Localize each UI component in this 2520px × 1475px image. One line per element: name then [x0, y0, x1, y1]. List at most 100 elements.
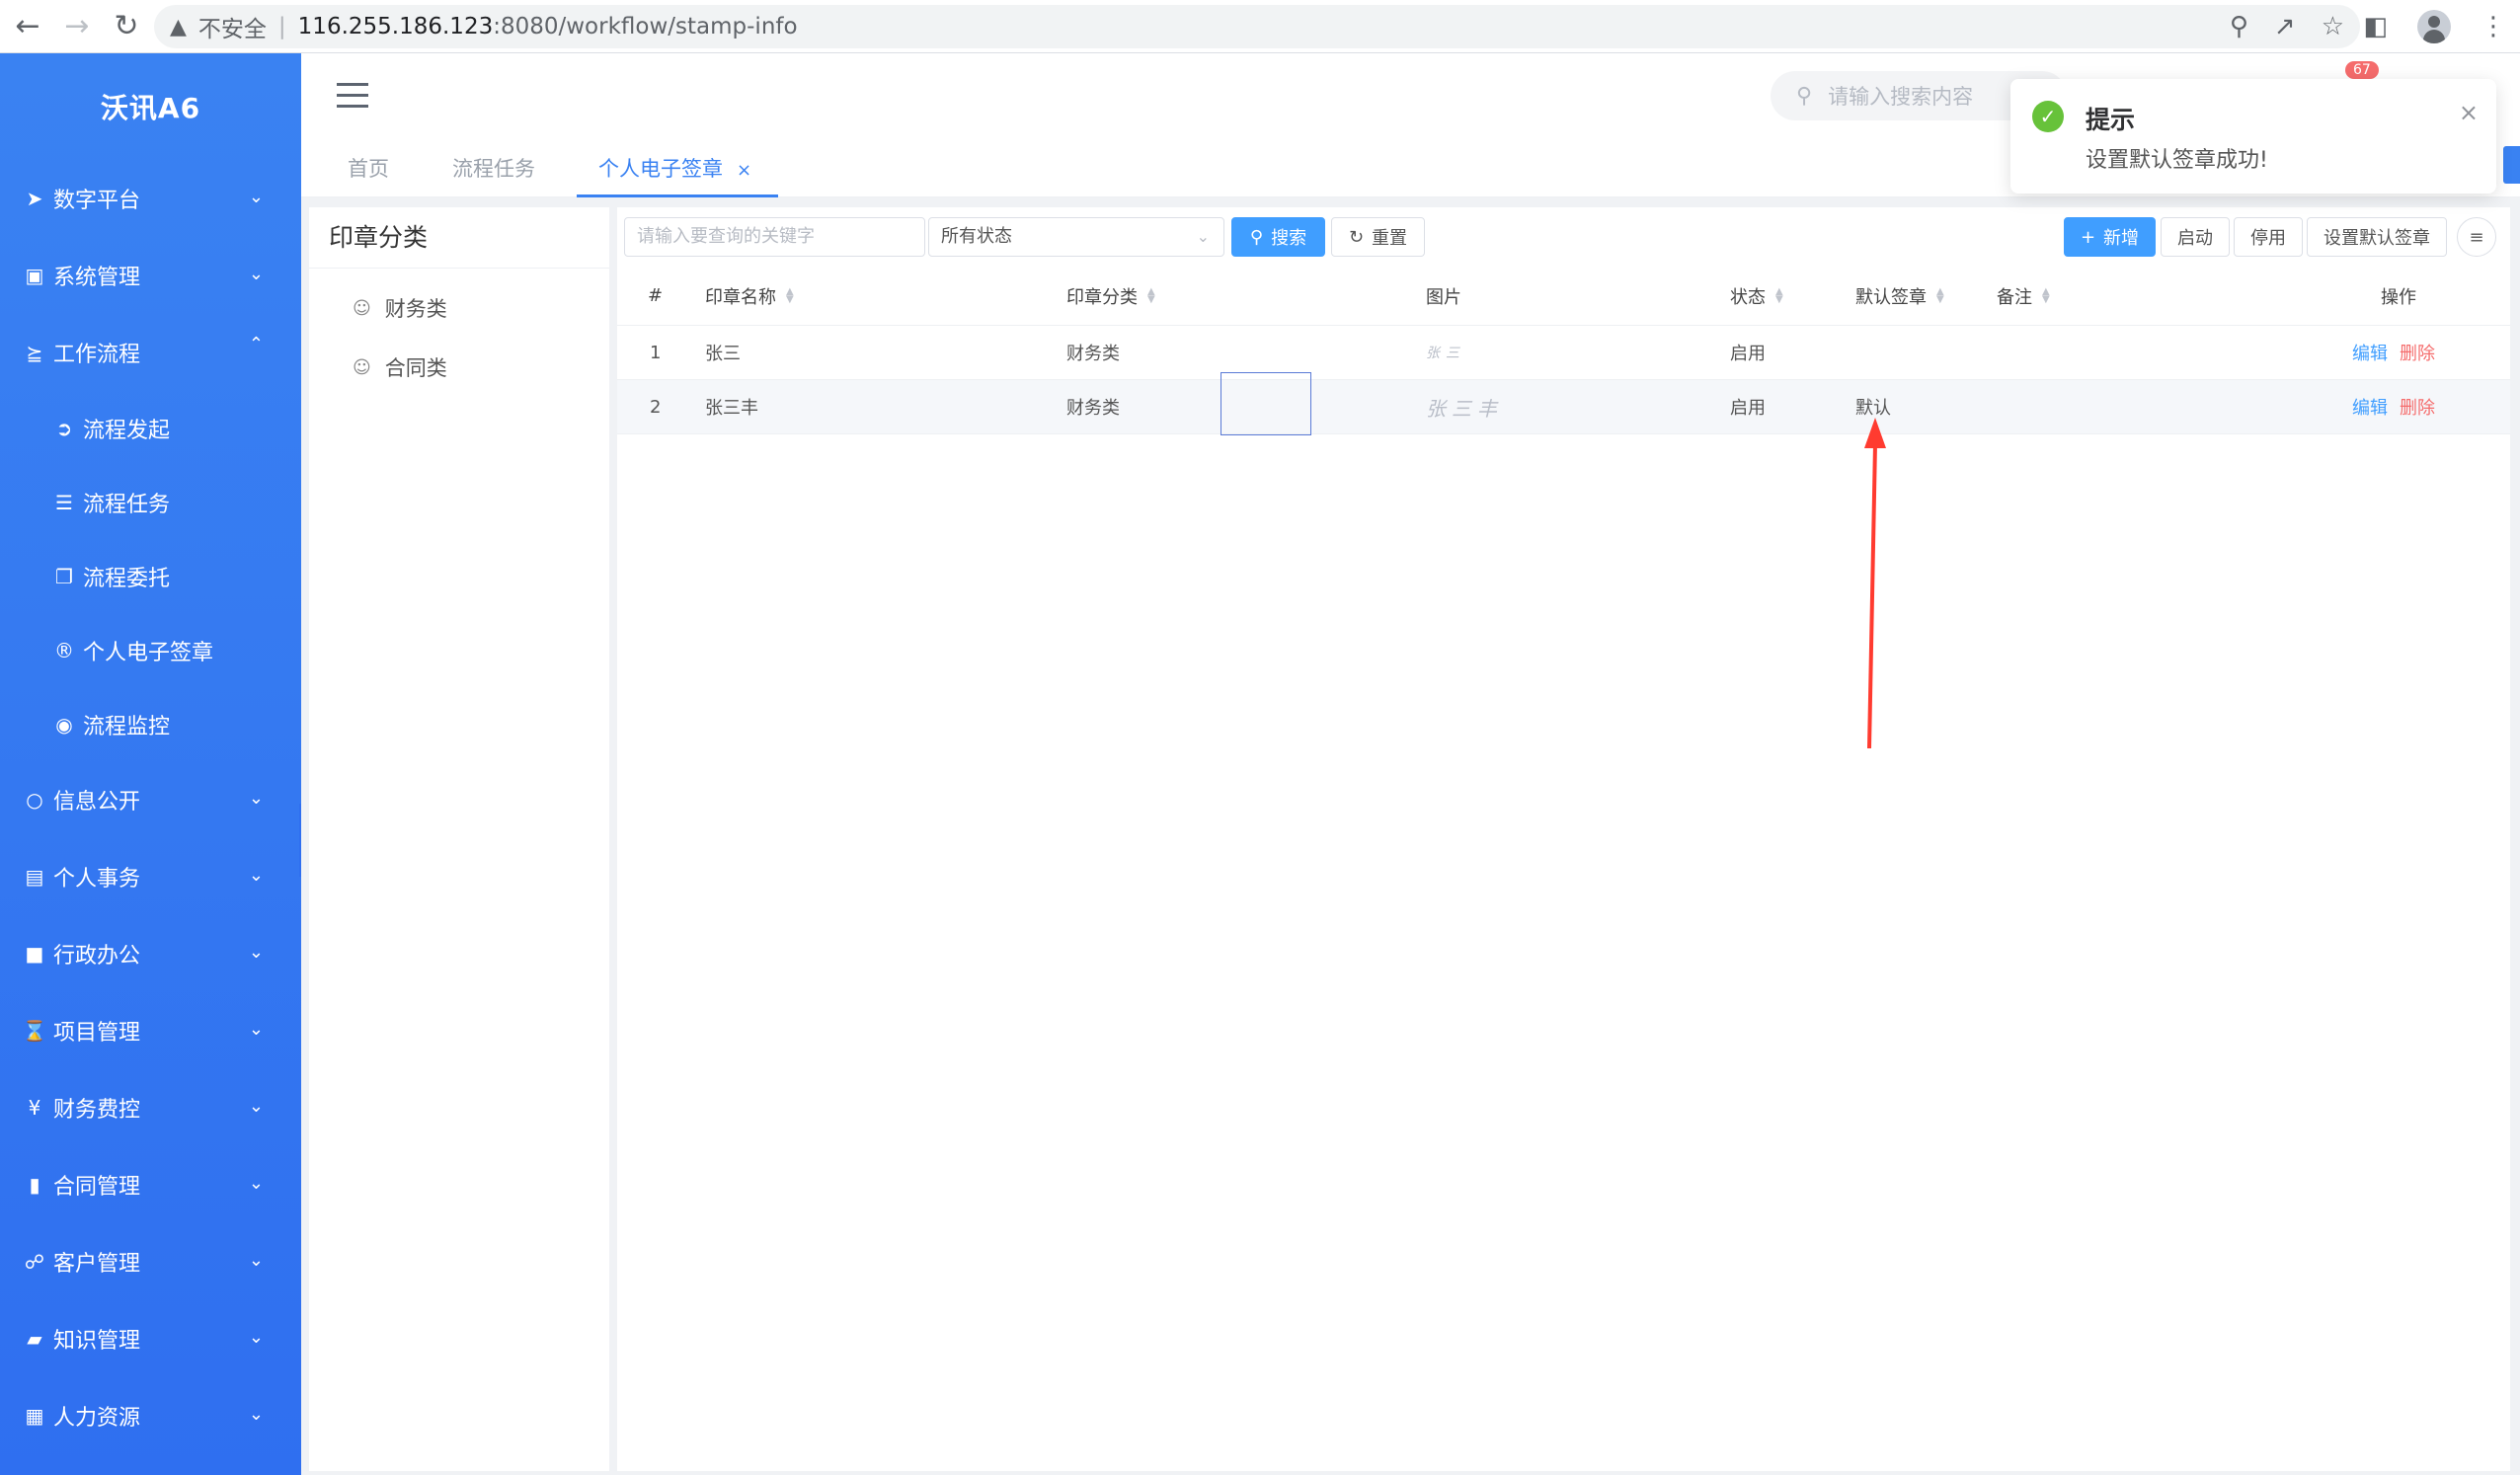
sidebar-item-contract[interactable]: ▮ 合同管理 ⌄: [0, 1146, 301, 1223]
paper-plane-icon: ➤: [26, 187, 43, 210]
sort-icon[interactable]: ▲ ▼: [1775, 286, 1783, 304]
sidebar-subitem-label: 个人电子签章: [83, 640, 214, 665]
sidebar-item-knowledge[interactable]: ▰ 知识管理 ⌄: [0, 1300, 301, 1377]
share-icon: ⪴: [26, 341, 43, 364]
sidebar-item-customer[interactable]: ☍ 客户管理 ⌄: [0, 1223, 301, 1300]
row-index: 2: [650, 396, 662, 418]
header-default[interactable]: 默认签章 ▲ ▼: [1855, 267, 1944, 325]
insecure-label: 不安全: [197, 17, 267, 42]
chevron-down-icon: ⌄: [248, 1173, 264, 1194]
sort-icon[interactable]: ▲ ▼: [2042, 286, 2050, 304]
status-select-value: 所有状态: [941, 226, 1012, 247]
key-icon[interactable]: ⚲: [2230, 12, 2248, 41]
tab-label: 个人电子签章: [598, 157, 723, 181]
sidebar-item-hr[interactable]: ▦ 人力资源 ⌄: [0, 1377, 301, 1454]
header-label: 印章分类: [1066, 286, 1138, 308]
back-icon[interactable]: ←: [6, 5, 49, 48]
sidebar-item-workflow[interactable]: ⪴ 工作流程 ⌃: [0, 314, 301, 391]
url-path: :8080/workflow/stamp-info: [493, 14, 798, 39]
table-row[interactable]: 1 张三 财务类 张三 启用 编辑 删除: [617, 326, 2510, 380]
category-item-contract[interactable]: ☺ 合同类: [309, 338, 609, 397]
contact-icon: ▦: [25, 1404, 44, 1428]
table-row[interactable]: 2 张三丰 财务类 张三丰 启用 默认 编辑 删除: [617, 380, 2510, 434]
sort-icon[interactable]: ▲ ▼: [1936, 286, 1944, 304]
disable-button-label: 停用: [2250, 228, 2286, 249]
reload-icon[interactable]: ↻: [105, 5, 148, 48]
search-button[interactable]: ⚲ 搜索: [1231, 217, 1325, 257]
search-icon: ⚲: [1796, 83, 1813, 109]
chevron-down-icon: ⌄: [248, 1019, 264, 1040]
chevron-down-icon: ⌄: [248, 1250, 264, 1271]
sidebar-item-label: 人力资源: [53, 1406, 141, 1431]
chevron-up-icon: ⌃: [248, 334, 264, 354]
reset-button[interactable]: ↻ 重置: [1331, 217, 1425, 257]
edit-link[interactable]: 编辑: [2352, 340, 2388, 365]
category-item-finance[interactable]: ☺ 财务类: [309, 278, 609, 338]
row-actions: 编辑 删除: [2352, 326, 2435, 379]
sidebar-item-system[interactable]: ▣ 系统管理 ⌄: [0, 237, 301, 314]
sort-icon[interactable]: ▲ ▼: [1147, 286, 1155, 304]
delete-link[interactable]: 删除: [2400, 340, 2435, 365]
sidebar-subitem-delegate[interactable]: ❐ 流程委托: [0, 539, 301, 613]
header-image: 图片: [1426, 286, 1461, 308]
header-name[interactable]: 印章名称 ▲ ▼: [705, 267, 794, 325]
header-category[interactable]: 印章分类 ▲ ▼: [1066, 267, 1155, 325]
arrow-circle-icon: ➲: [55, 416, 73, 440]
chevron-down-icon: ⌄: [248, 264, 264, 284]
status-select[interactable]: 所有状态 ⌄: [928, 217, 1224, 257]
book-icon: ▰: [27, 1327, 42, 1351]
url-host: 116.255.186.123: [297, 14, 494, 39]
toast-message: 设置默认签章成功!: [2086, 148, 2268, 173]
keyword-input[interactable]: 请输入要查询的关键字: [624, 217, 925, 257]
notification-badge[interactable]: 67: [2345, 61, 2379, 79]
disable-button[interactable]: 停用: [2234, 217, 2303, 257]
column-settings-icon[interactable]: ≡: [2457, 217, 2496, 257]
enable-button[interactable]: 启动: [2161, 217, 2230, 257]
sidebar-subitem-stamp[interactable]: ® 个人电子签章: [0, 613, 301, 687]
sidebar-item-personal[interactable]: ▤ 个人事务 ⌄: [0, 838, 301, 915]
sidebar-item-label: 个人事务: [53, 867, 141, 892]
set-default-button[interactable]: 设置默认签章: [2307, 217, 2447, 257]
profile-icon[interactable]: [2417, 10, 2451, 43]
header-label: 状态: [1730, 286, 1766, 308]
header-ops: 操作: [2381, 286, 2416, 308]
close-icon[interactable]: ×: [737, 160, 751, 181]
edit-link[interactable]: 编辑: [2352, 394, 2388, 420]
sidebar-item-digital-platform[interactable]: ➤ 数字平台 ⌄: [0, 160, 301, 237]
address-bar[interactable]: ▲ 不安全 | 116.255.186.123 :8080/workflow/s…: [154, 5, 2360, 48]
more-menu-icon[interactable]: ⋮: [2481, 12, 2506, 41]
list-icon: ☰: [55, 490, 73, 514]
sidebar-item-info[interactable]: ○ 信息公开 ⌄: [0, 761, 301, 838]
tab-menu-button[interactable]: [2503, 146, 2520, 184]
forward-icon[interactable]: →: [55, 5, 99, 48]
handshake-icon: ☍: [24, 1250, 45, 1274]
star-icon[interactable]: ☆: [2322, 12, 2344, 41]
tab-home[interactable]: 首页: [348, 140, 389, 197]
hamburger-icon[interactable]: [337, 83, 368, 109]
sidebar-subitem-monitor[interactable]: ◉ 流程监控: [0, 687, 301, 761]
set-default-button-label: 设置默认签章: [2323, 228, 2430, 249]
briefcase-icon: ■: [25, 942, 44, 966]
row-default: 默认: [1855, 398, 1891, 419]
sort-icon[interactable]: ▲ ▼: [786, 286, 794, 304]
sidebar-item-finance[interactable]: ¥ 财务费控 ⌄: [0, 1069, 301, 1146]
close-icon[interactable]: ×: [2459, 99, 2479, 126]
sidebar-subitem-start[interactable]: ➲ 流程发起: [0, 391, 301, 465]
browser-actions: ◧ ⋮: [2363, 5, 2506, 48]
add-button[interactable]: + 新增: [2064, 217, 2156, 257]
sidebar-item-admin[interactable]: ■ 行政办公 ⌄: [0, 915, 301, 992]
header-remark[interactable]: 备注 ▲ ▼: [1997, 267, 2050, 325]
sidebar-item-project[interactable]: ⌛ 项目管理 ⌄: [0, 992, 301, 1069]
delete-link[interactable]: 删除: [2400, 394, 2435, 420]
sidebar-subitem-tasks[interactable]: ☰ 流程任务: [0, 465, 301, 539]
row-name: 张三: [705, 344, 741, 364]
header-status[interactable]: 状态 ▲ ▼: [1730, 267, 1783, 325]
browser-toolbar: ← → ↻ ▲ 不安全 | 116.255.186.123 :8080/work…: [0, 0, 2520, 53]
header-label: 默认签章: [1855, 286, 1927, 308]
sidepanel-icon[interactable]: ◧: [2363, 12, 2388, 41]
plus-icon: +: [2080, 226, 2096, 248]
tab-tasks[interactable]: 流程任务: [452, 140, 535, 197]
share-icon[interactable]: ↗: [2274, 12, 2296, 41]
check-circle-icon: ✓: [2032, 101, 2064, 132]
tab-stamp[interactable]: 个人电子签章 ×: [577, 140, 778, 197]
